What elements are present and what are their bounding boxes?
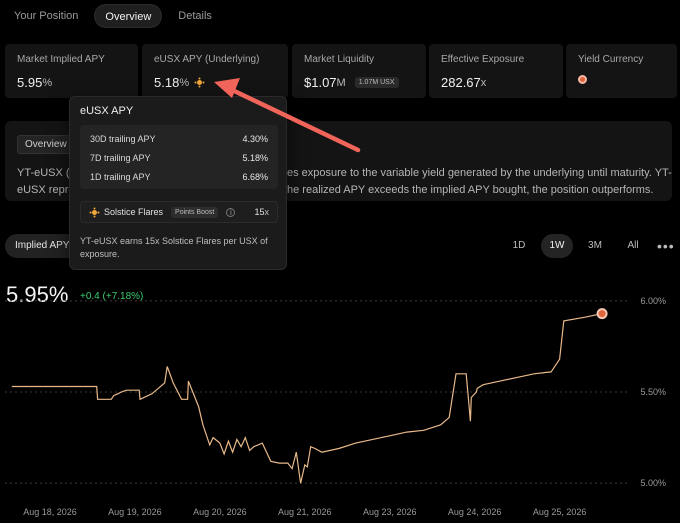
info-icon[interactable]: i xyxy=(226,207,236,217)
trailing-apy-table: 30D trailing APY 4.30% 7D trailing APY 5… xyxy=(80,125,278,189)
unit: % xyxy=(259,134,268,144)
flare-multiplier: 15x xyxy=(254,207,269,217)
y-tick-label: 5.50% xyxy=(640,387,666,397)
value: 5.18 xyxy=(242,153,260,163)
tooltip-note: YT-eUSX earns 15x Solstice Flares per US… xyxy=(80,236,268,259)
unit: % xyxy=(259,153,268,163)
unit: % xyxy=(42,76,53,89)
sun-icon xyxy=(89,207,100,218)
range-all[interactable]: All xyxy=(617,234,649,258)
y-tick-label: 6.00% xyxy=(640,296,666,306)
card-value: 5.95% xyxy=(17,75,126,90)
card-value: $1.07 M 1.07M USX xyxy=(304,75,414,90)
apy-series-line xyxy=(11,313,603,484)
trailing-row-30d: 30D trailing APY 4.30% xyxy=(90,134,268,144)
top-tabs: Your Position Overview Details xyxy=(4,4,222,28)
tab-overview[interactable]: Overview xyxy=(94,4,163,28)
sun-icon[interactable] xyxy=(194,77,205,88)
x-tick-label: Aug 24, 2026 xyxy=(448,507,502,517)
range-1w[interactable]: 1W xyxy=(541,234,573,258)
row-label: 7D trailing APY xyxy=(90,153,151,163)
value: 6.68 xyxy=(242,172,260,182)
overview-text-line2-start: eUSX repre xyxy=(17,184,75,196)
x-tick-label: Aug 23, 2026 xyxy=(363,507,417,517)
range-1d[interactable]: 1D xyxy=(503,234,535,258)
row-value: 6.68% xyxy=(242,172,268,182)
liquidity-value: $1.07 xyxy=(304,75,337,90)
card-label: Effective Exposure xyxy=(441,54,525,65)
card-label: Yield Currency xyxy=(578,54,644,65)
range-3m[interactable]: 3M xyxy=(579,234,611,258)
trailing-row-1d: 1D trailing APY 6.68% xyxy=(90,172,268,182)
implied-apy-value: 5.95 xyxy=(17,75,43,90)
overview-text-line2-end: he realized APY exceeds the implied APY … xyxy=(287,184,654,196)
card-label: Market Implied APY xyxy=(17,54,105,65)
unit: x xyxy=(480,76,487,89)
unit: M xyxy=(336,76,346,89)
tab-your-position[interactable]: Your Position xyxy=(4,4,88,28)
unit: x xyxy=(264,207,270,217)
more-dots-icon[interactable]: ••• xyxy=(657,238,675,254)
tab-details[interactable]: Details xyxy=(168,4,222,28)
row-value: 4.30% xyxy=(242,134,268,144)
unit: % xyxy=(259,172,268,182)
underlying-apy-value: 5.18 xyxy=(154,75,180,90)
exposure-value: 282.67 xyxy=(441,75,481,90)
range-selector: 1D 1W 3M All ••• xyxy=(503,234,675,258)
x-tick-label: Aug 20, 2026 xyxy=(193,507,247,517)
underlying-apy-tooltip: eUSX APY 30D trailing APY 4.30% 7D trail… xyxy=(69,96,287,270)
x-tick-label: Aug 21, 2026 xyxy=(278,507,332,517)
card-label: Market Liquidity xyxy=(304,54,375,65)
card-market-liquidity: Market Liquidity $1.07 M 1.07M USX xyxy=(292,44,426,98)
card-value: 5.18% xyxy=(154,75,276,90)
card-underlying-apy[interactable]: eUSX APY (Underlying) 5.18% xyxy=(142,44,288,98)
series-endpoint xyxy=(596,308,608,320)
card-value xyxy=(578,75,665,84)
x-tick-label: Aug 18, 2026 xyxy=(23,507,77,517)
card-effective-exposure: Effective Exposure 282.67 x xyxy=(429,44,563,98)
liquidity-pill: 1.07M USX xyxy=(354,77,399,88)
implied-apy-chart: 5.00% 5.50% 6.00% Aug 18, 2026 Aug 19, 2026 A… xyxy=(5,296,666,517)
overview-text-line1-end: es exposure to the variable yield genera… xyxy=(287,167,672,179)
value: 15 xyxy=(254,207,265,217)
row-label: 30D trailing APY xyxy=(90,134,156,144)
yield-coin-icon xyxy=(578,75,587,84)
overview-text-line1-start: YT-eUSX ( xyxy=(17,167,70,179)
x-tick-label: Aug 25, 2026 xyxy=(533,507,587,517)
unit: % xyxy=(179,76,190,89)
card-value: 282.67 x xyxy=(441,75,551,90)
card-market-implied-apy: Market Implied APY 5.95% xyxy=(5,44,138,98)
row-value: 5.18% xyxy=(242,153,268,163)
y-tick-label: 5.00% xyxy=(640,478,666,488)
solstice-flares-row: Solstice Flares Points Boost i 15x xyxy=(80,201,278,223)
overview-button[interactable]: Overview xyxy=(17,135,75,154)
x-tick-label: Aug 19, 2026 xyxy=(108,507,162,517)
card-label: eUSX APY (Underlying) xyxy=(154,54,260,65)
card-yield-currency: Yield Currency xyxy=(566,44,677,98)
points-boost-badge: Points Boost xyxy=(171,206,219,218)
tooltip-title: eUSX APY xyxy=(80,105,134,117)
row-label: 1D trailing APY xyxy=(90,172,151,182)
value: 4.30 xyxy=(242,134,260,144)
trailing-row-7d: 7D trailing APY 5.18% xyxy=(90,153,268,163)
flare-label: Solstice Flares xyxy=(104,207,164,217)
